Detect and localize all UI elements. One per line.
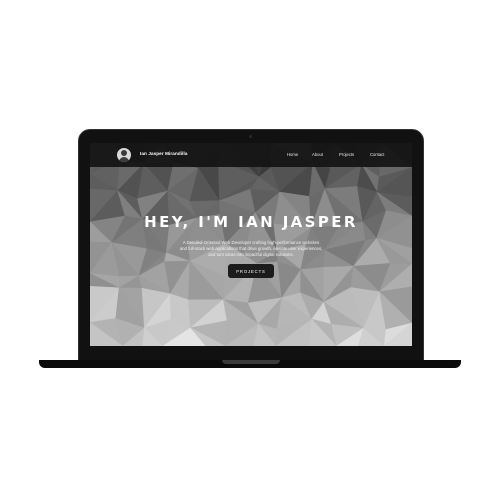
nav-link-projects[interactable]: Projects [339, 152, 354, 157]
laptop-notch [222, 360, 280, 364]
nav-link-about[interactable]: About [312, 152, 323, 157]
hero-description-line-2: and full-stack web applications that dri… [179, 246, 323, 251]
nav-link-home[interactable]: Home [287, 152, 298, 157]
nav-link-contact[interactable]: Contact [370, 152, 384, 157]
laptop-lid: Ian Jasper Mirandilla Home About Project… [78, 129, 424, 363]
navbar: Ian Jasper Mirandilla Home About Project… [90, 143, 412, 167]
brand-name[interactable]: Ian Jasper Mirandilla [140, 151, 188, 156]
laptop-screen: Ian Jasper Mirandilla Home About Project… [90, 143, 412, 346]
hero-description-line-3: and turn ideas into impactful digital so… [208, 252, 294, 257]
hero-title: HEY, I'M IAN JASPER [144, 213, 358, 231]
webcam-icon [249, 135, 252, 138]
hero-description-line-1: A Detailed-Oriented Web Developer crafti… [182, 240, 320, 245]
projects-button[interactable]: PROJECTS [228, 264, 274, 278]
profile-avatar-icon[interactable] [117, 148, 131, 162]
